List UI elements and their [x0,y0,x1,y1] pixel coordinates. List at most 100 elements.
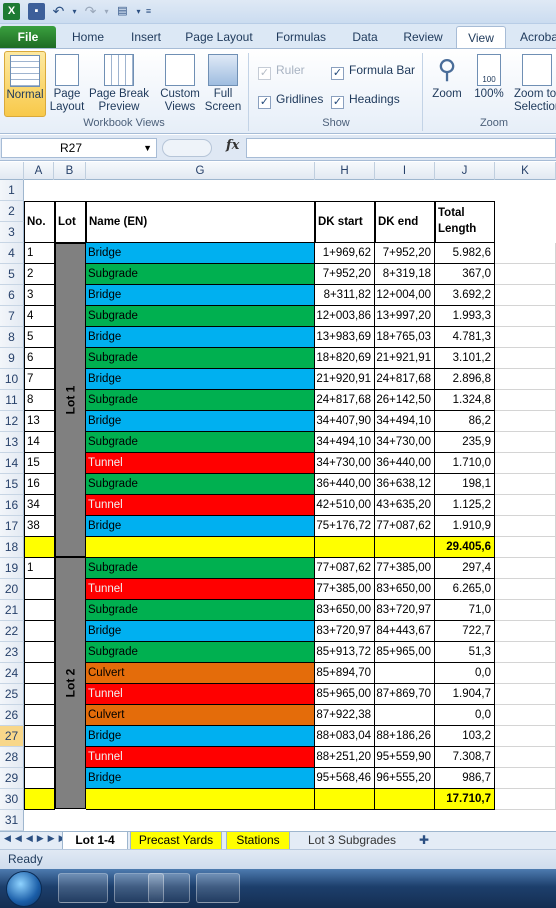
tab-view[interactable]: View [456,26,506,48]
cell-start[interactable]: 8+311,82 [315,285,375,306]
cell-empty[interactable] [495,243,556,264]
cell-name[interactable]: Tunnel [86,684,315,705]
cell-start[interactable]: 18+820,69 [315,348,375,369]
row-header[interactable]: 9 [0,348,24,369]
start-button-icon[interactable] [6,871,42,907]
header-dk-start[interactable]: DK start [315,201,375,243]
cell-name[interactable]: Subgrade [86,432,315,453]
cell-end[interactable]: 7+952,20 [375,243,435,264]
cell-empty[interactable] [495,495,556,516]
cell-start[interactable]: 77+385,00 [315,579,375,600]
column-header-j[interactable]: J [435,162,495,180]
tab-data[interactable]: Data [344,26,386,48]
cell-name[interactable] [86,789,315,810]
cell-name[interactable]: Subgrade [86,600,315,621]
cell-empty[interactable] [495,705,556,726]
cell-empty[interactable] [495,390,556,411]
cell-name[interactable]: Bridge [86,369,315,390]
zoom-button[interactable]: ⚲ Zoom [428,51,466,117]
tab-home[interactable]: Home [66,26,110,48]
cell-name[interactable]: Culvert [86,705,315,726]
cell-empty[interactable] [495,789,556,810]
cell-end[interactable]: 84+443,67 [375,621,435,642]
row-header[interactable]: 5 [0,264,24,285]
cell-empty[interactable] [495,327,556,348]
cell-start[interactable]: 87+922,38 [315,705,375,726]
cell-empty[interactable] [495,768,556,789]
save-icon[interactable]: ▪ [28,3,45,20]
cell-len[interactable]: 3.692,2 [435,285,495,306]
cell-len[interactable]: 0,0 [435,663,495,684]
cell-start[interactable]: 12+003,86 [315,306,375,327]
row-header[interactable]: 24 [0,663,24,684]
cell-no[interactable]: 8 [24,390,55,411]
cell-empty[interactable] [495,537,556,558]
column-header-a[interactable]: A [24,162,54,180]
sheet-tab-lot-3-subgrades[interactable]: Lot 3 Subgrades [296,832,408,850]
cell-no[interactable]: 3 [24,285,55,306]
cell-empty[interactable] [495,411,556,432]
cell-start[interactable]: 95+568,46 [315,768,375,789]
cell-start[interactable]: 83+720,97 [315,621,375,642]
sheet-tab-stations[interactable]: Stations [226,832,290,850]
column-header-h[interactable]: H [315,162,375,180]
cell-start[interactable]: 24+817,68 [315,390,375,411]
customize-toolbar-icon[interactable]: ≡ [140,3,157,20]
cell-empty[interactable] [495,474,556,495]
column-header-g[interactable]: G [86,162,315,180]
cell-no[interactable] [24,621,55,642]
cell-end[interactable]: 96+555,20 [375,768,435,789]
cell-no[interactable]: 14 [24,432,55,453]
cell-empty[interactable] [495,306,556,327]
cell-empty[interactable] [495,516,556,537]
cell-len[interactable]: 297,4 [435,558,495,579]
row-header[interactable]: 25 [0,684,24,705]
cell-no[interactable] [24,747,55,768]
row-header[interactable]: 7 [0,306,24,327]
row-header[interactable]: 26 [0,705,24,726]
normal-view-button[interactable]: Normal [4,51,46,117]
header-total-length[interactable]: Total Length [435,201,495,243]
row-header[interactable]: 10 [0,369,24,390]
cell-len[interactable]: 1.904,7 [435,684,495,705]
cell-name[interactable]: Tunnel [86,495,315,516]
row-header[interactable]: 4 [0,243,24,264]
cell-no[interactable] [24,537,55,558]
cell-no[interactable] [24,600,55,621]
cell-name[interactable]: Tunnel [86,747,315,768]
cell-len[interactable]: 7.308,7 [435,747,495,768]
cell-no[interactable]: 15 [24,453,55,474]
header-dk-end[interactable]: DK end [375,201,435,243]
cell-end[interactable]: 43+635,20 [375,495,435,516]
cell-start[interactable]: 36+440,00 [315,474,375,495]
cell-no[interactable] [24,726,55,747]
name-box[interactable]: R27 ▼ [1,138,157,158]
row-header[interactable]: 6 [0,285,24,306]
cell-empty[interactable] [495,663,556,684]
cell-empty[interactable] [495,285,556,306]
cell-len[interactable]: 3.101,2 [435,348,495,369]
cell-name[interactable]: Subgrade [86,264,315,285]
cell-end[interactable]: 21+921,91 [375,348,435,369]
cell-end[interactable]: 26+142,50 [375,390,435,411]
excel-logo-icon[interactable]: X [3,3,20,20]
row-header[interactable]: 19 [0,558,24,579]
cell-end[interactable]: 36+638,12 [375,474,435,495]
row-header[interactable]: 23 [0,642,24,663]
cell-len[interactable]: 2.896,8 [435,369,495,390]
cell-name[interactable]: Tunnel [86,453,315,474]
cell-name[interactable]: Subgrade [86,306,315,327]
row-header[interactable]: 31 [0,810,24,831]
row-header[interactable]: 1 [0,180,24,201]
cell-len[interactable]: 1.125,2 [435,495,495,516]
cell-name[interactable]: Bridge [86,516,315,537]
cell-empty[interactable] [495,600,556,621]
cell-len[interactable]: 71,0 [435,600,495,621]
row-header[interactable]: 16 [0,495,24,516]
cell-len[interactable]: 103,2 [435,726,495,747]
column-header-i[interactable]: I [375,162,435,180]
page-layout-view-button[interactable]: Page Layout [48,51,86,117]
lot-2-merged-cell[interactable]: Lot 2 [55,557,86,809]
row-header[interactable]: 11 [0,390,24,411]
sheet-nav-arrows-icon[interactable]: ◀◀◀▶▶▶ [4,833,70,844]
